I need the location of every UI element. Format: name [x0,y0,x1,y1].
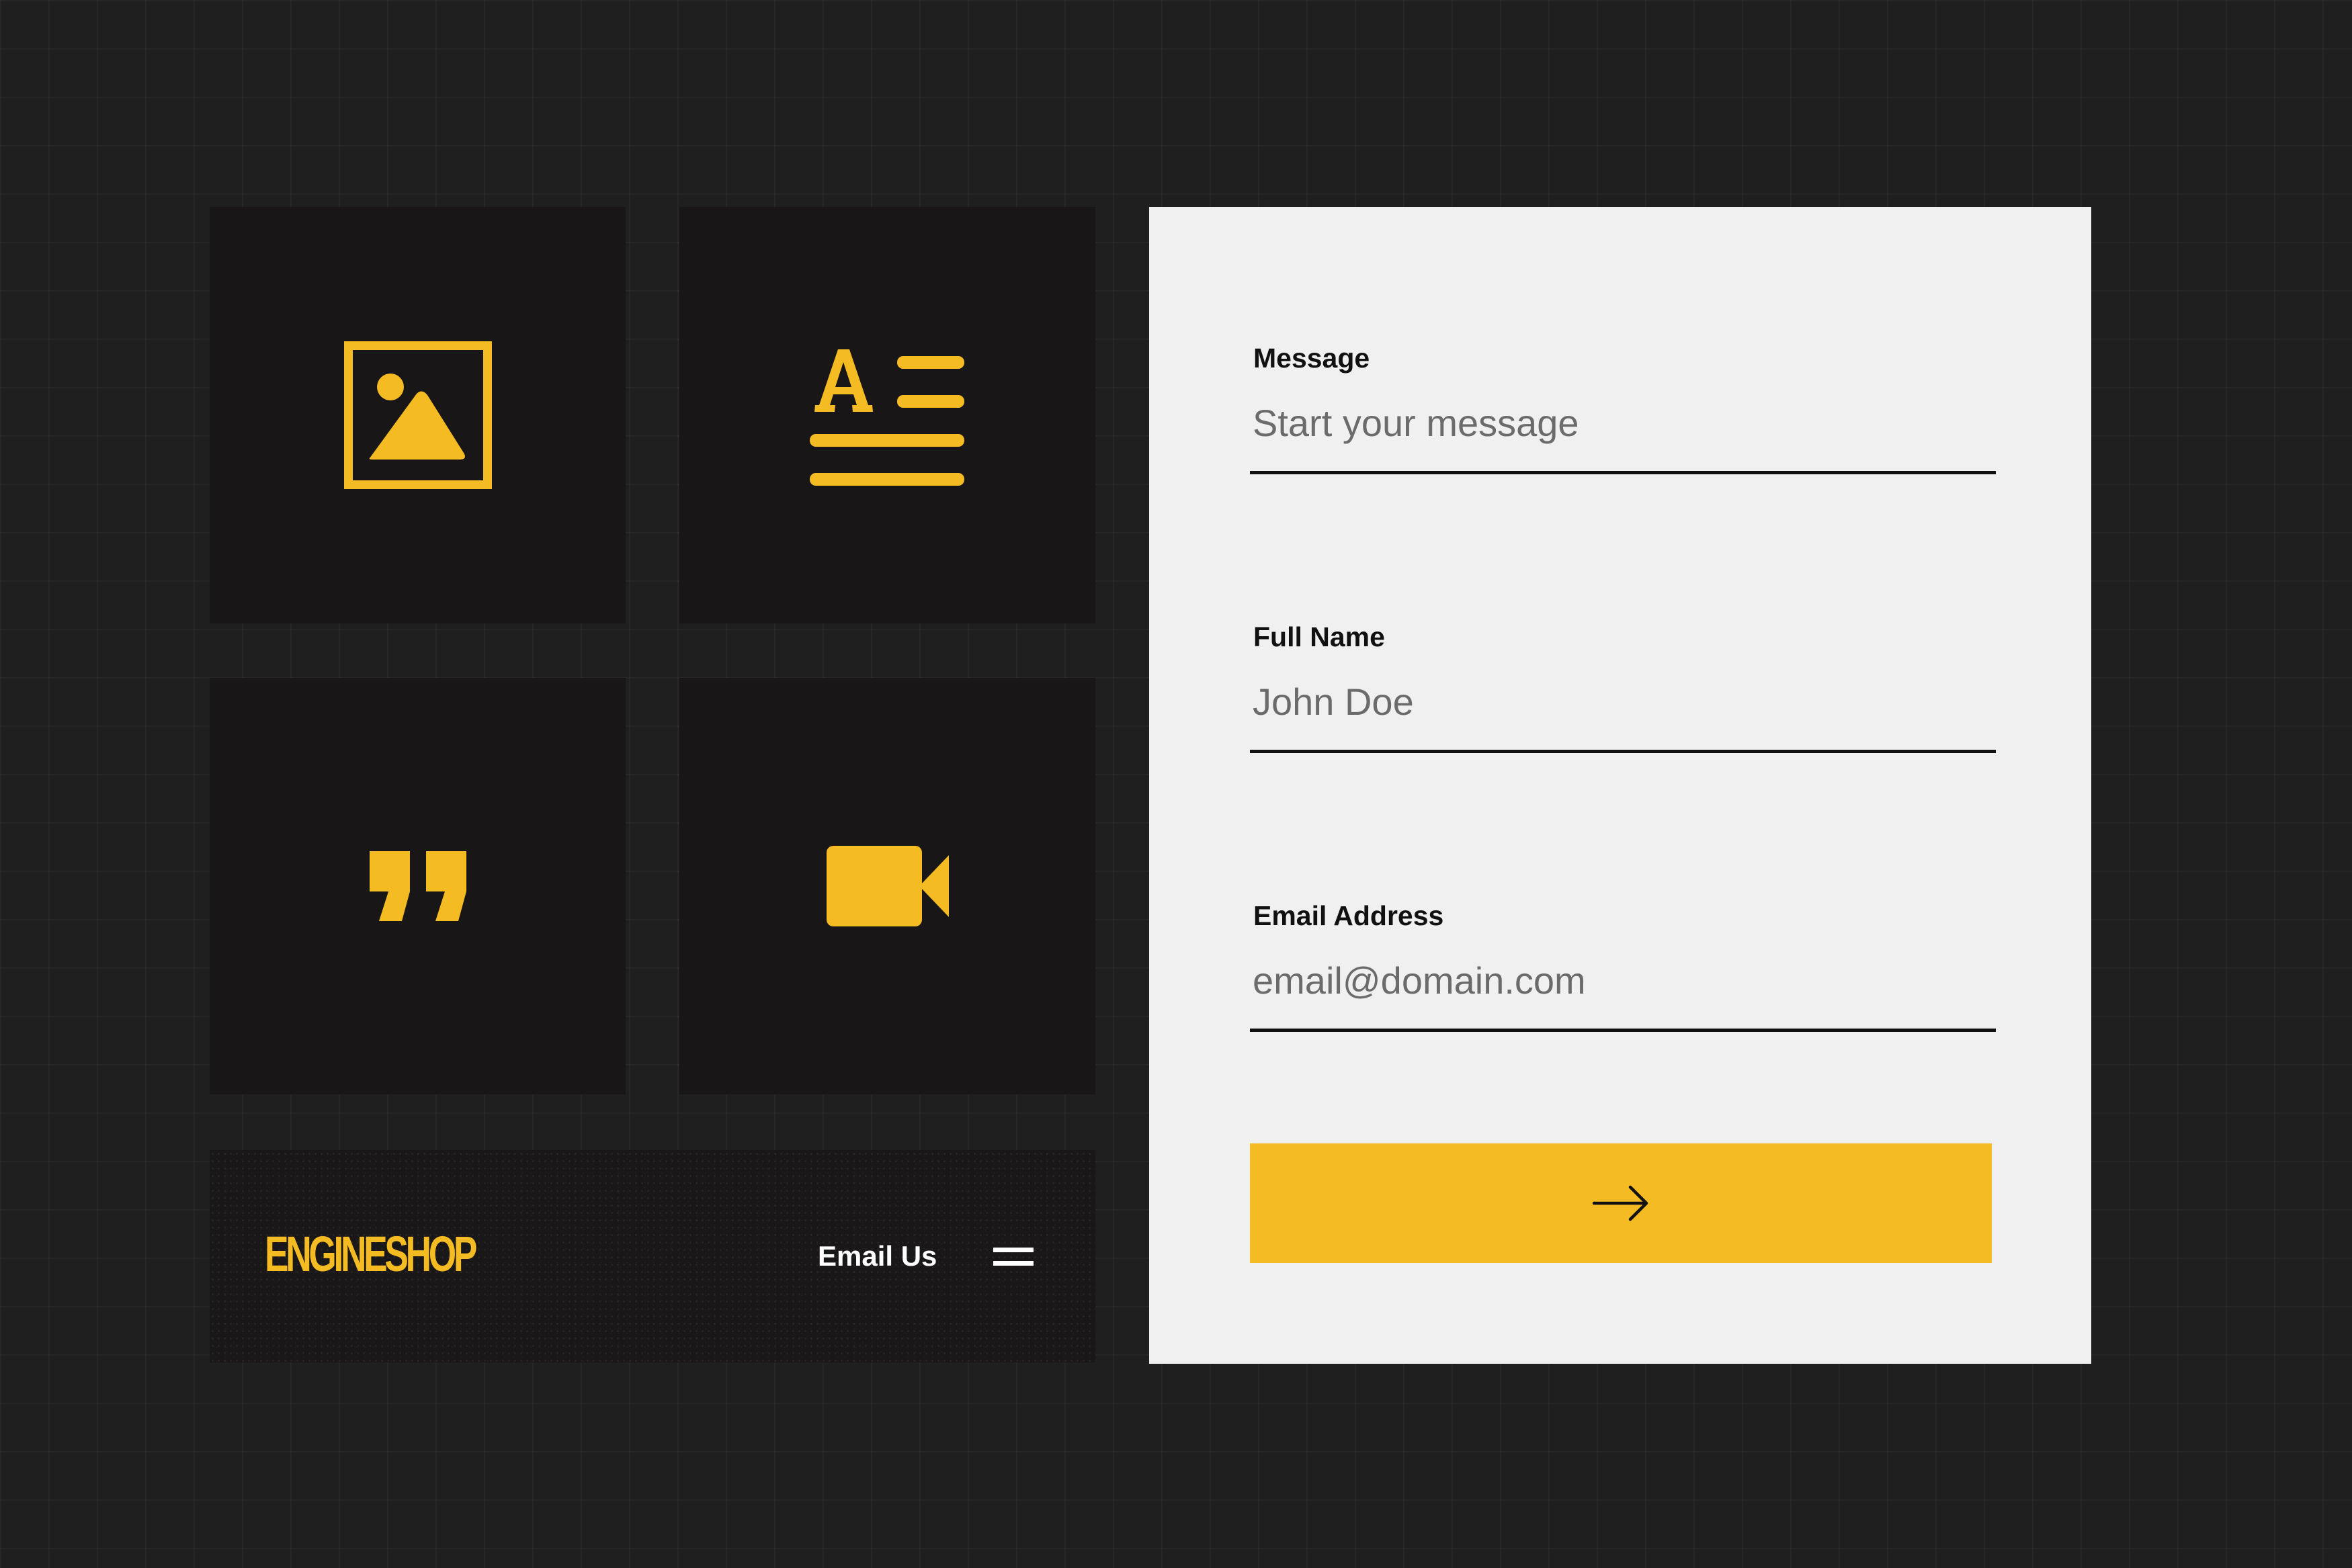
email-label: Email Address [1253,900,1444,931]
brand-bar: ENGINESHOP Email Us [210,1150,1095,1362]
email-field-group: Email Address [1250,899,1996,1060]
image-icon [343,341,492,489]
email-us-link[interactable]: Email Us [818,1237,937,1275]
arrow-right-icon [1593,1185,1648,1221]
quote-icon [369,851,466,921]
hamburger-menu-icon[interactable] [993,1241,1035,1272]
message-label: Message [1253,343,1370,374]
email-input[interactable] [1250,958,1996,1032]
brand-logo[interactable]: ENGINESHOP [265,1224,477,1284]
submit-button[interactable] [1250,1143,1992,1263]
full-name-label: Full Name [1253,621,1385,652]
video-tile[interactable] [679,678,1095,1094]
text-format-icon [809,349,964,486]
full-name-field-group: Full Name [1250,620,1996,781]
contact-form: Message Full Name Email Address [1149,207,2091,1364]
video-camera-icon [826,846,949,926]
full-name-input[interactable] [1250,679,1996,753]
quote-tile[interactable] [210,678,626,1094]
message-field-group: Message [1250,341,1996,503]
text-tile[interactable] [679,207,1095,623]
image-tile[interactable] [210,207,626,623]
message-input[interactable] [1250,400,1996,474]
